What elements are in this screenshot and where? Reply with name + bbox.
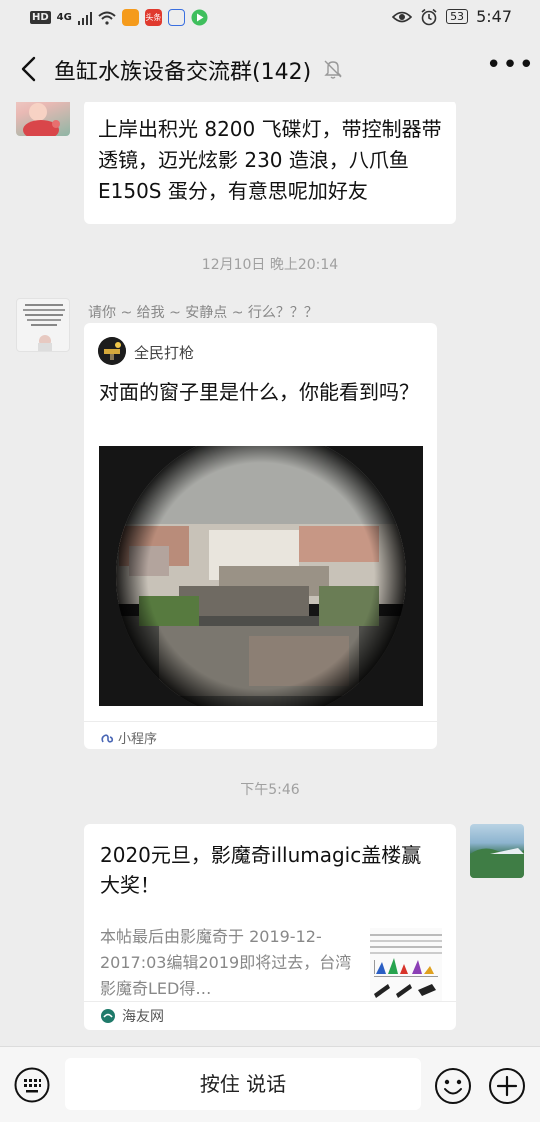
avatar[interactable] (16, 102, 70, 136)
hold-to-talk-button[interactable]: 按住 说话 (65, 1058, 421, 1110)
link-card[interactable]: 2020元旦，影魔奇illumagic盖楼赢大奖！ 本帖最后由影魔奇于 2019… (84, 824, 456, 1030)
sender-nickname: 请你 ~ 给我 ~ 安静点 ~ 行么？？？ (88, 305, 318, 321)
card-divider (84, 721, 437, 722)
clock: 5:47 (476, 7, 512, 26)
more-options-icon[interactable]: ••• (486, 52, 534, 81)
page-title: 鱼缸水族设备交流群(142) (54, 60, 312, 85)
chat-header: 鱼缸水族设备交流群(142) ••• (0, 36, 540, 102)
chevron-left-icon[interactable] (18, 56, 42, 82)
message-bubble[interactable]: 上岸出积光 8200 飞碟灯，带控制器带透镜，迈光炫影 230 造浪，八爪鱼 E… (84, 102, 456, 224)
input-bar: 按住 说话 (0, 1046, 540, 1122)
card-description: 本帖最后由影魔奇于 2019-12-2017:03编辑2019即将过去，台湾影魔… (100, 927, 352, 998)
shield-app-icon (121, 9, 139, 26)
signal-bars-icon (77, 11, 92, 25)
mini-program-card[interactable]: 全民打枪 对面的窗子里是什么，你能看到吗？ 小程序 (84, 323, 437, 749)
avatar[interactable] (470, 824, 524, 878)
paw-app-icon (167, 9, 185, 26)
plus-circle-icon[interactable] (488, 1067, 526, 1105)
news-app-icon: 头条 (144, 9, 162, 26)
timestamp: 12月10日 晚上20:14 (201, 257, 339, 273)
source-name: 全民打枪 (134, 344, 195, 362)
card-title: 2020元旦，影魔奇illumagic盖楼赢大奖！ (100, 843, 422, 897)
timestamp: 下午5:46 (240, 782, 300, 798)
hd-indicator: HD (30, 11, 51, 24)
card-thumbnail (99, 446, 423, 706)
signal-indicator: 4G (56, 12, 72, 23)
wifi-icon (98, 11, 116, 25)
avatar[interactable] (16, 298, 70, 352)
smiley-icon[interactable] (434, 1067, 472, 1105)
footer-label: 小程序 (118, 732, 158, 747)
message-list[interactable]: 上岸出积光 8200 飞碟灯，带控制器带透镜，迈光炫影 230 造浪，八爪鱼 E… (0, 102, 540, 1046)
battery-indicator: 53 (446, 9, 469, 24)
avatar-photo (23, 304, 65, 351)
source-label: 海友网 (122, 1009, 164, 1025)
avatar-photo (23, 103, 60, 136)
card-footer: 小程序 (100, 728, 157, 747)
eye-icon (392, 11, 413, 22)
play-app-icon (191, 9, 208, 26)
keyboard-icon[interactable] (14, 1067, 50, 1103)
card-title: 对面的窗子里是什么，你能看到吗？ (99, 380, 419, 404)
site-logo-icon (101, 1009, 115, 1023)
card-divider (84, 1001, 456, 1002)
mini-program-icon (101, 733, 114, 743)
alarm-icon (421, 8, 437, 25)
card-footer: 海友网 (100, 1006, 164, 1026)
bell-off-icon (324, 60, 342, 79)
avatar-photo (470, 848, 524, 878)
source-avatar (98, 337, 126, 365)
card-thumbnail (370, 928, 442, 1002)
status-bar: HD 4G 头条 53 5:47 (0, 0, 540, 36)
